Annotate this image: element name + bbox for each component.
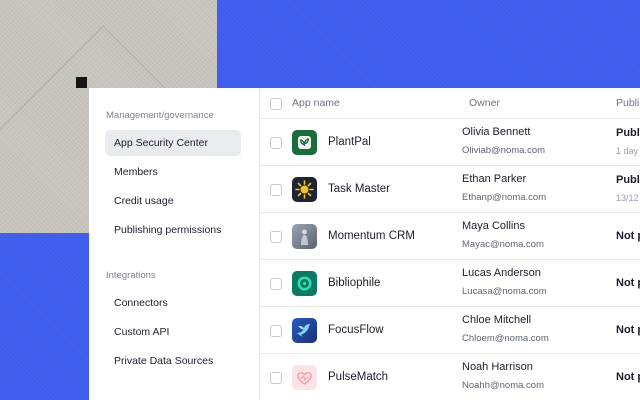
owner-name: Ethan Parker [462, 173, 527, 185]
app-name[interactable]: Momentum CRM [328, 230, 415, 242]
table-row[interactable]: PulseMatch Noah Harrison Noahh@noma.com … [260, 354, 640, 400]
table-row[interactable]: Bibliophile Lucas Anderson Lucasa@noma.c… [260, 260, 640, 307]
table-row[interactable]: FocusFlow Chloe Mitchell Chloem@noma.com… [260, 307, 640, 354]
row-checkbox[interactable] [270, 278, 282, 290]
owner-name: Chloe Mitchell [462, 314, 532, 326]
sidebar-item-connectors[interactable]: Connectors [105, 290, 241, 316]
app-name[interactable]: FocusFlow [328, 324, 384, 336]
apps-table: App name Owner Publi PlantPal Olivia Ben… [259, 88, 640, 400]
select-all-checkbox[interactable] [270, 98, 282, 110]
section-label-integrations: Integrations [106, 270, 156, 281]
figure-icon [292, 224, 317, 249]
owner-email: Chloem@noma.com [462, 333, 549, 344]
published-date: 13/12 [616, 193, 639, 203]
published-status: Not p [616, 324, 640, 336]
table-header: App name Owner Publi [260, 88, 640, 119]
published-status: Publi [616, 127, 640, 139]
row-checkbox[interactable] [270, 325, 282, 337]
plant-icon [292, 130, 317, 155]
app-name[interactable]: PlantPal [328, 136, 371, 148]
column-header-owner[interactable]: Owner [469, 97, 500, 109]
sidebar-item-members[interactable]: Members [105, 159, 241, 185]
owner-email: Oliviab@noma.com [462, 145, 546, 156]
app-name[interactable]: Task Master [328, 183, 390, 195]
table-row[interactable]: Momentum CRM Maya Collins Mayac@noma.com… [260, 213, 640, 260]
published-status: Not p [616, 277, 640, 289]
owner-name: Maya Collins [462, 220, 525, 232]
row-checkbox[interactable] [270, 231, 282, 243]
owner-email: Noahh@noma.com [462, 380, 544, 391]
owner-name: Lucas Anderson [462, 267, 541, 279]
ring-icon [292, 271, 317, 296]
table-row[interactable]: Task Master Ethan Parker Ethanp@noma.com… [260, 166, 640, 213]
sun-icon [292, 177, 317, 202]
published-status: Publi [616, 174, 640, 186]
published-status: Not p [616, 371, 640, 383]
column-header-published[interactable]: Publi [616, 97, 639, 109]
bird-icon [292, 318, 317, 343]
published-status: Not p [616, 230, 640, 242]
sidebar-item-private-data-sources[interactable]: Private Data Sources [105, 348, 241, 374]
corner-marker [76, 77, 87, 88]
row-checkbox[interactable] [270, 372, 282, 384]
heart-icon [292, 365, 317, 390]
row-checkbox[interactable] [270, 184, 282, 196]
sidebar-item-publishing-permissions[interactable]: Publishing permissions [105, 217, 241, 243]
owner-email: Lucasa@noma.com [462, 286, 547, 297]
column-header-app-name[interactable]: App name [292, 97, 340, 109]
owner-name: Noah Harrison [462, 361, 533, 373]
section-label-management: Management/governance [106, 110, 214, 121]
app-name[interactable]: Bibliophile [328, 277, 380, 289]
sidebar-item-credit-usage[interactable]: Credit usage [105, 188, 241, 214]
sidebar-item-custom-api[interactable]: Custom API [105, 319, 241, 345]
owner-email: Ethanp@noma.com [462, 192, 547, 203]
app-name[interactable]: PulseMatch [328, 371, 388, 383]
published-date: 1 day [616, 146, 639, 156]
owner-name: Olivia Bennett [462, 126, 531, 138]
sidebar-item-app-security-center[interactable]: App Security Center [105, 130, 241, 156]
row-checkbox[interactable] [270, 137, 282, 149]
sidebar: Management/governance App Security Cente… [89, 88, 259, 400]
owner-email: Mayac@noma.com [462, 239, 544, 250]
table-row[interactable]: PlantPal Olivia Bennett Oliviab@noma.com… [260, 119, 640, 166]
